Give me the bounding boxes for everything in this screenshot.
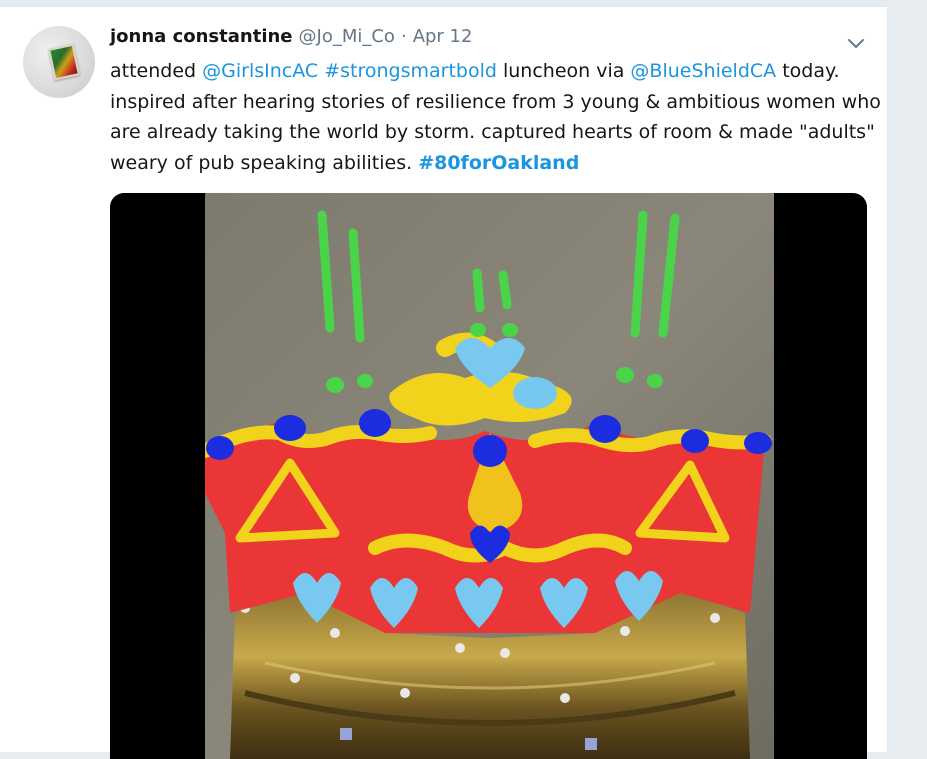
tweet-timestamp[interactable]: Apr 12 xyxy=(413,26,473,48)
tweet-card[interactable]: jonna constantine @Jo_Mi_Co · Apr 12 att… xyxy=(0,7,888,759)
hashtag-80foroakland[interactable]: #80forOakland xyxy=(418,152,579,174)
text-segment: weary of pub speaking abilities. xyxy=(110,151,419,174)
tweet-media[interactable] xyxy=(110,193,867,759)
mention-girlsincac[interactable]: @GirlsIncAC xyxy=(202,60,318,82)
tweet-header: jonna constantine @Jo_Mi_Co · Apr 12 xyxy=(110,26,472,48)
mention-blueshieldca[interactable]: @BlueShieldCA xyxy=(630,60,776,82)
avatar-image xyxy=(47,43,81,81)
author-avatar[interactable] xyxy=(23,26,95,98)
tweet-text-line: weary of pub speaking abilities. #80forO… xyxy=(110,148,870,179)
text-segment: attended xyxy=(110,60,203,82)
tweet-text-line: attended @GirlsIncAC #strongsmartbold lu… xyxy=(110,56,870,87)
timeline-top-border xyxy=(0,0,887,7)
tweet-text: attended @GirlsIncAC #strongsmartbold lu… xyxy=(110,56,881,179)
hashtag-strongsmartbold[interactable]: #strongsmartbold xyxy=(324,60,497,82)
text-segment: today. xyxy=(776,60,840,82)
author-name[interactable]: jonna constantine xyxy=(110,26,293,48)
crown-drawing-image xyxy=(205,193,774,759)
chevron-down-icon[interactable] xyxy=(845,35,867,53)
tweet-text-line: inspired after hearing stories of resili… xyxy=(110,90,881,113)
author-handle[interactable]: @Jo_Mi_Co xyxy=(299,26,395,48)
header-separator: · xyxy=(400,26,407,47)
tweet-text-line: are already taking the world by storm. c… xyxy=(110,121,875,143)
text-segment: luncheon via xyxy=(496,60,631,82)
